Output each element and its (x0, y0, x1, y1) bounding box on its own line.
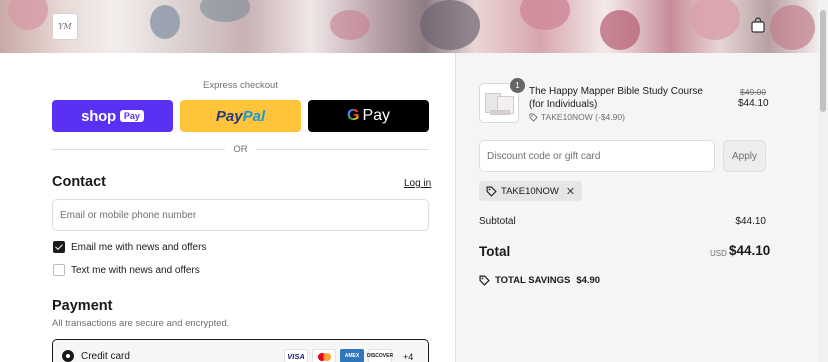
credit-card-radio[interactable] (62, 350, 74, 362)
credit-card-label: Credit card (81, 351, 130, 362)
subtotal-value: $44.10 (735, 216, 766, 227)
google-pay-word: Pay (362, 107, 391, 124)
discounted-price: $44.10 (738, 98, 769, 109)
discount-code-input[interactable]: Discount code or gift card (479, 140, 715, 172)
quantity-badge: 1 (510, 78, 525, 93)
text-news-option[interactable]: Text me with news and offers (53, 264, 200, 276)
discover-icon: DISCOVER (367, 349, 393, 362)
savings-value: $4.90 (576, 275, 601, 286)
paypal-logo: PayPal (216, 108, 265, 125)
store-logo[interactable]: YM (52, 13, 78, 40)
total-label: Total (479, 244, 511, 259)
payment-heading: Payment (52, 298, 113, 314)
applied-discount-chip: TAKE10NOW ✕ (479, 181, 583, 201)
shop-pay-pill: Pay (119, 110, 144, 122)
total-value: $44.10 (729, 243, 771, 258)
apply-button[interactable]: Apply (723, 140, 766, 172)
paypal-button[interactable]: PayPal (180, 100, 301, 132)
product-discount: TAKE10NOW (-$4.90) (529, 112, 625, 122)
more-cards-count: +4 (403, 352, 414, 362)
original-price: $49.00 (740, 87, 766, 97)
discount-tag-icon (486, 186, 497, 197)
shopping-bag-icon[interactable] (751, 17, 765, 33)
payment-security-note: All transactions are secure and encrypte… (52, 318, 230, 329)
scrollbar-thumb[interactable] (820, 10, 826, 112)
amex-icon: AMEX (340, 349, 364, 362)
email-news-option[interactable]: Email me with news and offers (53, 241, 206, 253)
savings-label: TOTAL SAVINGS (495, 275, 571, 286)
total-currency: USD (710, 249, 727, 258)
text-news-label: Text me with news and offers (71, 264, 200, 276)
product-title: The Happy Mapper Bible Study Course (for… (529, 86, 703, 110)
savings-tag-icon (479, 275, 490, 286)
email-news-checkbox[interactable] (53, 241, 65, 253)
login-link[interactable]: Log in (404, 178, 431, 189)
logo-monogram: YM (58, 22, 72, 31)
google-pay-logo: G Pay (347, 107, 390, 125)
express-checkout-label: Express checkout (203, 80, 278, 91)
google-pay-button[interactable]: G Pay (308, 100, 429, 132)
remove-discount-icon[interactable]: ✕ (566, 185, 575, 198)
or-label: OR (233, 144, 248, 155)
applied-code-label: TAKE10NOW (501, 185, 559, 197)
product-discount-text: TAKE10NOW (-$4.90) (541, 112, 625, 122)
header-banner (0, 0, 818, 53)
shop-pay-word: shop (81, 107, 116, 125)
email-phone-field[interactable]: Email or mobile phone number (52, 199, 429, 231)
credit-card-option[interactable]: Credit card VISA AMEX DISCOVER +4 (52, 339, 429, 362)
email-news-label: Email me with news and offers (71, 241, 207, 253)
shop-pay-button[interactable]: shop Pay (52, 100, 173, 132)
total-savings: TOTAL SAVINGS $4.90 (479, 275, 600, 286)
contact-heading: Contact (52, 174, 106, 190)
visa-icon: VISA (284, 349, 308, 362)
google-g-icon: G (346, 107, 360, 124)
mastercard-icon (312, 349, 336, 362)
or-divider: OR (52, 144, 429, 155)
text-news-checkbox[interactable] (53, 264, 65, 276)
paypal-logo-part2: Pal (242, 107, 266, 125)
paypal-logo-part1: Pay (215, 107, 243, 125)
discount-tag-icon (529, 112, 538, 122)
subtotal-label: Subtotal (479, 216, 516, 227)
